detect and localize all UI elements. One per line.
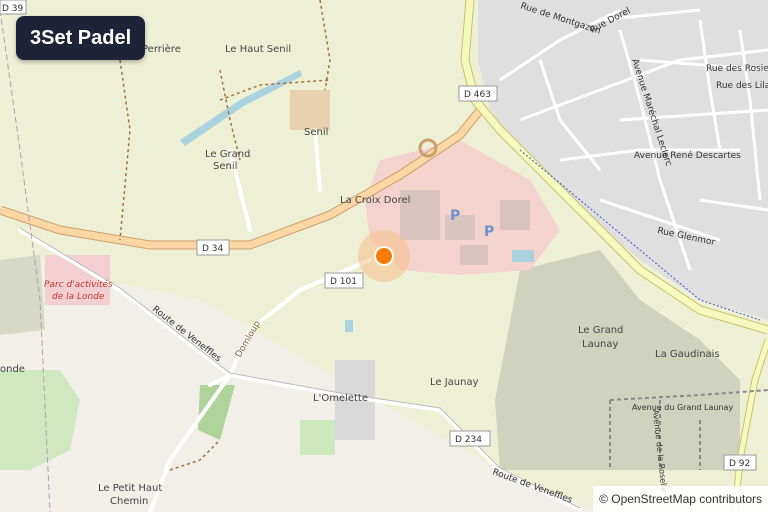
pond <box>345 320 353 332</box>
grass-patch <box>300 420 335 455</box>
place-perriere: Perrière <box>142 43 181 55</box>
parking-icon-2: P <box>484 224 494 240</box>
location-marker-icon[interactable] <box>374 246 394 266</box>
place-jaunay: Le Jaunay <box>430 377 479 388</box>
place-zone-line1: Parc d'activités <box>44 279 113 290</box>
road-label-d92: D 92 <box>729 459 750 469</box>
place-petit-haut-line1: Le Petit Haut <box>98 483 162 494</box>
place-grand-launay-line1: Le Grand <box>578 325 623 336</box>
place-croix-dorel: La Croix Dorel <box>340 195 410 206</box>
place-zone-line2: de la Londe <box>52 292 105 302</box>
pond-2 <box>512 250 534 262</box>
place-haut-senil: Le Haut Senil <box>225 44 291 55</box>
road-shield-d463: D 463 <box>458 85 498 102</box>
parking-icon: P <box>450 208 460 224</box>
street-descartes: Avenue René Descartes <box>634 150 741 161</box>
street-grand-launay: Avenue du Grand Launay <box>632 403 733 412</box>
place-petit-haut-line2: Chemin <box>110 496 148 507</box>
road-label-d234: D 234 <box>455 435 482 445</box>
map-attribution[interactable]: © OpenStreetMap contributors <box>593 486 768 512</box>
place-grand-senil-line2: Senil <box>213 161 237 172</box>
building-store-2 <box>460 245 488 265</box>
road-shield-d39: D 39 <box>0 0 27 15</box>
road-shield-d234: D 234 <box>449 430 491 447</box>
place-omelette: L'Omelette <box>313 393 368 404</box>
map-canvas[interactable]: D 39 D 463 D 34 D 101 D 234 D 92 Perrièr… <box>0 0 768 512</box>
road-label-d463: D 463 <box>464 90 491 100</box>
road-label-d39: D 39 <box>2 4 24 14</box>
place-gaudinais: La Gaudinais <box>655 349 720 360</box>
building-store-3 <box>500 200 530 230</box>
place-grand-senil-line1: Le Grand <box>205 149 250 160</box>
road-shield-d34: D 34 <box>196 239 230 256</box>
wood-area-west <box>0 255 45 335</box>
street-lilas: Rue des Lilas <box>716 81 768 91</box>
road-label-d34: D 34 <box>202 244 224 254</box>
road-label-d101: D 101 <box>330 277 357 287</box>
street-rosiers: Rue des Rosiers <box>706 64 768 74</box>
place-senil: Senil <box>304 127 328 138</box>
place-grand-launay-line2: Launay <box>582 339 619 350</box>
road-shield-d92: D 92 <box>723 454 757 471</box>
road-shield-d101: D 101 <box>324 272 364 289</box>
place-londe-partial: onde <box>0 364 25 375</box>
hamlet-senil-area <box>290 90 330 130</box>
place-title-badge: 3Set Padel <box>16 16 146 60</box>
